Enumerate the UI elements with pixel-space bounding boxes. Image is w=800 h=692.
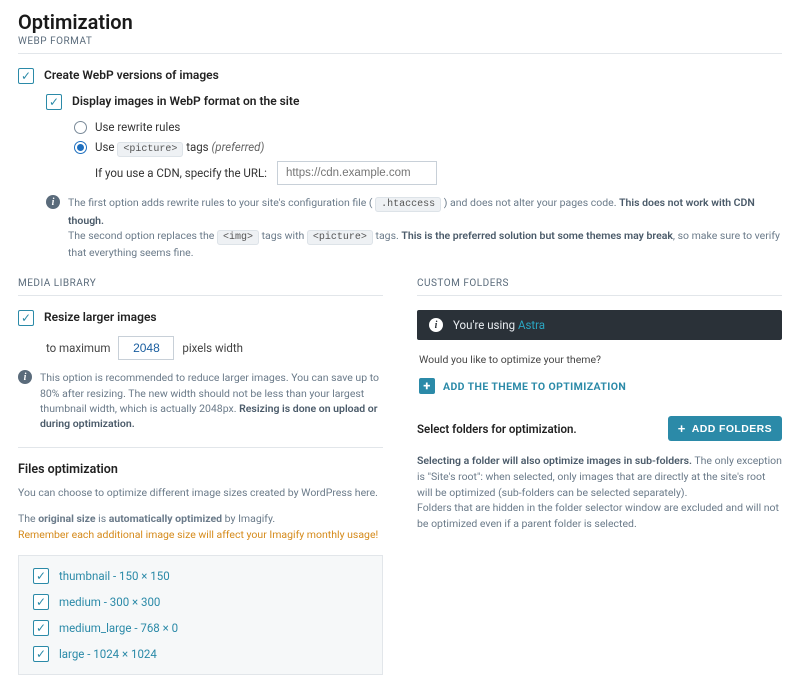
resize-label: Resize larger images [44, 310, 157, 324]
display-webp-row: Display images in WebP format on the sit… [46, 94, 782, 110]
cdn-row: If you use a CDN, specify the URL: [74, 161, 782, 185]
plus-icon: + [419, 378, 435, 394]
media-info: i This option is recommended to reduce l… [18, 370, 383, 431]
radio-rewrite-row[interactable]: Use rewrite rules [74, 120, 782, 134]
radio-picture-label: Use <picture> tags (preferred) [95, 140, 264, 155]
size-checkbox[interactable] [33, 646, 49, 662]
radio-rewrite[interactable] [74, 121, 87, 134]
size-thumbnail[interactable]: thumbnail - 150 × 150 [33, 568, 368, 584]
optimize-theme-question: Would you like to optimize your theme? [419, 352, 780, 368]
create-webp-label: Create WebP versions of images [44, 68, 219, 82]
custom-folders-description: Selecting a folder will also optimize im… [417, 453, 782, 532]
divider [18, 447, 383, 448]
radio-picture[interactable] [74, 141, 87, 154]
cdn-label: If you use a CDN, specify the URL: [95, 166, 267, 180]
plus-icon: + [678, 422, 686, 435]
page-title: Optimization [18, 10, 782, 34]
webp-info-text: The first option adds rewrite rules to y… [68, 195, 782, 260]
section-custom-label: CUSTOM FOLDERS [417, 278, 782, 296]
create-webp-row: Create WebP versions of images [18, 68, 782, 84]
display-webp-checkbox[interactable] [46, 94, 62, 110]
add-theme-button[interactable]: + ADD THE THEME TO OPTIMIZATION [419, 378, 626, 394]
size-checkbox[interactable] [33, 620, 49, 636]
resize-checkbox[interactable] [18, 310, 34, 326]
resize-row: Resize larger images [18, 310, 383, 326]
size-medium[interactable]: medium - 300 × 300 [33, 594, 368, 610]
max-width-row: to maximum pixels width [18, 336, 383, 360]
add-folders-button[interactable]: + ADD FOLDERS [668, 416, 782, 441]
select-folders-label: Select folders for optimization. [417, 422, 577, 436]
max-width-input[interactable] [118, 336, 174, 360]
col-media-library: MEDIA LIBRARY Resize larger images to ma… [18, 276, 383, 674]
section-webp-label: WEBP FORMAT [18, 36, 782, 54]
section-media-label: MEDIA LIBRARY [18, 278, 383, 296]
col-custom-folders: CUSTOM FOLDERS i You're using Astra Woul… [417, 276, 782, 674]
radio-rewrite-label: Use rewrite rules [95, 120, 180, 134]
info-icon: i [46, 195, 60, 209]
files-auto-line: The original size is automatically optim… [18, 511, 383, 543]
size-checkbox[interactable] [33, 594, 49, 610]
picture-code-chip: <picture> [117, 142, 183, 157]
sizes-box: thumbnail - 150 × 150 medium - 300 × 300… [18, 555, 383, 675]
theme-name: Astra [518, 318, 545, 332]
webp-info: i The first option adds rewrite rules to… [18, 195, 782, 260]
info-icon: i [429, 318, 443, 332]
cdn-url-input[interactable] [277, 161, 437, 185]
files-opt-title: Files optimization [18, 462, 383, 477]
size-checkbox[interactable] [33, 568, 49, 584]
display-webp-label: Display images in WebP format on the sit… [72, 94, 299, 108]
radio-picture-row[interactable]: Use <picture> tags (preferred) [74, 140, 782, 155]
files-opt-desc: You can choose to optimize different ima… [18, 485, 383, 501]
files-warning: Remember each additional image size will… [18, 528, 378, 541]
size-large[interactable]: large - 1024 × 1024 [33, 646, 368, 662]
info-icon: i [18, 370, 32, 384]
size-medium-large[interactable]: medium_large - 768 × 0 [33, 620, 368, 636]
create-webp-checkbox[interactable] [18, 68, 34, 84]
theme-banner: i You're using Astra [417, 310, 782, 340]
